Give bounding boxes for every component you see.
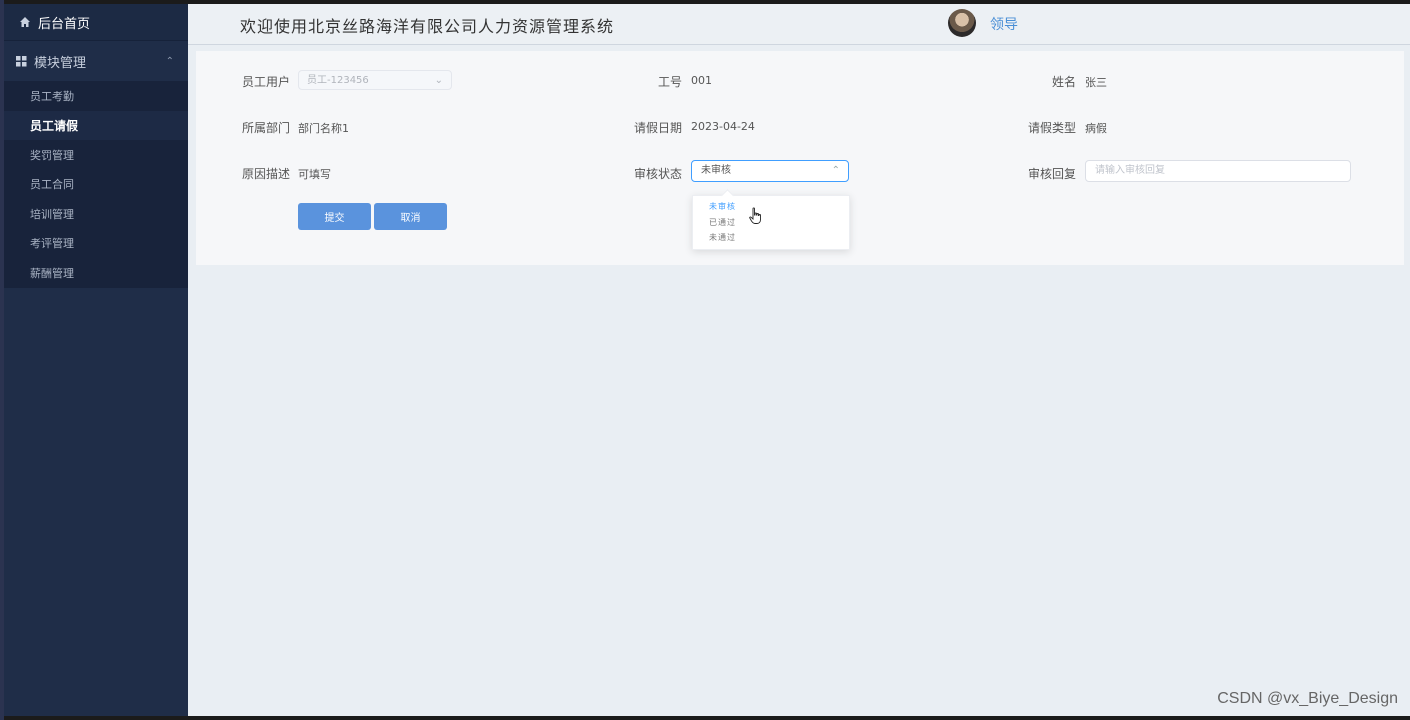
sidebar-item-label: 员工请假 bbox=[30, 118, 79, 133]
sidebar-item-leave[interactable]: 员工请假 bbox=[4, 110, 188, 140]
review-status-dropdown: 未审核 已通过 未通过 bbox=[692, 189, 850, 250]
sidebar-item-label: 奖罚管理 bbox=[30, 148, 74, 162]
department-value: 部门名称1 bbox=[298, 122, 349, 135]
sidebar-item-rewards[interactable]: 奖罚管理 bbox=[4, 140, 188, 170]
home-icon bbox=[18, 15, 32, 29]
watermark: CSDN @vx_Biye_Design bbox=[1217, 690, 1398, 707]
review-reply-label: 审核回复 bbox=[1027, 167, 1076, 181]
sidebar-home[interactable]: 后台首页 bbox=[4, 4, 188, 41]
avatar[interactable] bbox=[948, 9, 976, 37]
employee-user-label: 员工用户 bbox=[241, 75, 290, 89]
sidebar: 后台首页 模块管理 ⌃ 员工考勤 员工请假 奖罚管理 员工合同 培训管理 考评管… bbox=[4, 4, 188, 716]
chevron-up-icon: ⌃ bbox=[831, 165, 840, 176]
review-status-select[interactable]: 未审核 ⌃ bbox=[691, 160, 849, 182]
cancel-button[interactable]: 取消 bbox=[374, 203, 447, 230]
sidebar-submenu: 员工考勤 员工请假 奖罚管理 员工合同 培训管理 考评管理 薪酬管理 bbox=[4, 81, 188, 288]
hand-cursor-icon bbox=[749, 207, 763, 225]
sidebar-item-training[interactable]: 培训管理 bbox=[4, 199, 188, 229]
chevron-down-icon: ⌄ bbox=[434, 75, 443, 86]
leave-type-label: 请假类型 bbox=[1027, 121, 1076, 135]
header-bar: 欢迎使用北京丝路海洋有限公司人力资源管理系统 领导 bbox=[188, 4, 1410, 45]
job-no-value: 001 bbox=[691, 74, 712, 87]
dropdown-option-approved[interactable]: 已通过 bbox=[693, 215, 849, 231]
review-status-label: 审核状态 bbox=[633, 167, 682, 181]
employee-user-value: 员工-123456 bbox=[307, 75, 369, 86]
reason-value: 可填写 bbox=[298, 168, 331, 181]
app-window: 后台首页 模块管理 ⌃ 员工考勤 员工请假 奖罚管理 员工合同 培训管理 考评管… bbox=[4, 4, 1410, 716]
review-reply-input[interactable]: 请输入审核回复 bbox=[1085, 160, 1351, 182]
submit-button[interactable]: 提交 bbox=[298, 203, 371, 230]
sidebar-item-salary[interactable]: 薪酬管理 bbox=[4, 258, 188, 288]
sidebar-item-attendance[interactable]: 员工考勤 bbox=[4, 81, 188, 111]
chevron-up-icon: ⌃ bbox=[165, 55, 174, 67]
department-label: 所属部门 bbox=[241, 121, 290, 135]
sidebar-item-label: 薪酬管理 bbox=[30, 266, 74, 280]
leave-date-label: 请假日期 bbox=[633, 121, 682, 135]
sidebar-group-label: 模块管理 bbox=[34, 55, 87, 71]
sidebar-item-label: 员工合同 bbox=[30, 178, 74, 192]
grid-icon bbox=[14, 54, 28, 68]
sidebar-item-label: 员工考勤 bbox=[30, 89, 74, 103]
leave-date-value: 2023-04-24 bbox=[691, 120, 755, 133]
sidebar-item-label: 考评管理 bbox=[30, 237, 74, 251]
user-name[interactable]: 领导 bbox=[990, 14, 1018, 34]
page-title: 欢迎使用北京丝路海洋有限公司人力资源管理系统 bbox=[240, 17, 615, 36]
review-reply-placeholder: 请输入审核回复 bbox=[1095, 165, 1165, 176]
leave-type-value: 病假 bbox=[1085, 122, 1107, 135]
name-label: 姓名 bbox=[1051, 75, 1076, 89]
dropdown-option-pending[interactable]: 未审核 bbox=[693, 199, 849, 215]
reason-label: 原因描述 bbox=[241, 167, 290, 181]
sidebar-home-label: 后台首页 bbox=[38, 16, 91, 32]
sidebar-item-evaluation[interactable]: 考评管理 bbox=[4, 229, 188, 259]
sidebar-group-modules[interactable]: 模块管理 ⌃ bbox=[4, 41, 188, 81]
name-value: 张三 bbox=[1085, 76, 1107, 89]
dropdown-option-rejected[interactable]: 未通过 bbox=[693, 230, 849, 246]
sidebar-item-contract[interactable]: 员工合同 bbox=[4, 170, 188, 200]
sidebar-item-label: 培训管理 bbox=[30, 207, 74, 221]
employee-user-select: 员工-123456 ⌄ bbox=[298, 70, 452, 90]
review-status-value: 未审核 bbox=[701, 165, 731, 176]
job-no-label: 工号 bbox=[657, 75, 682, 89]
